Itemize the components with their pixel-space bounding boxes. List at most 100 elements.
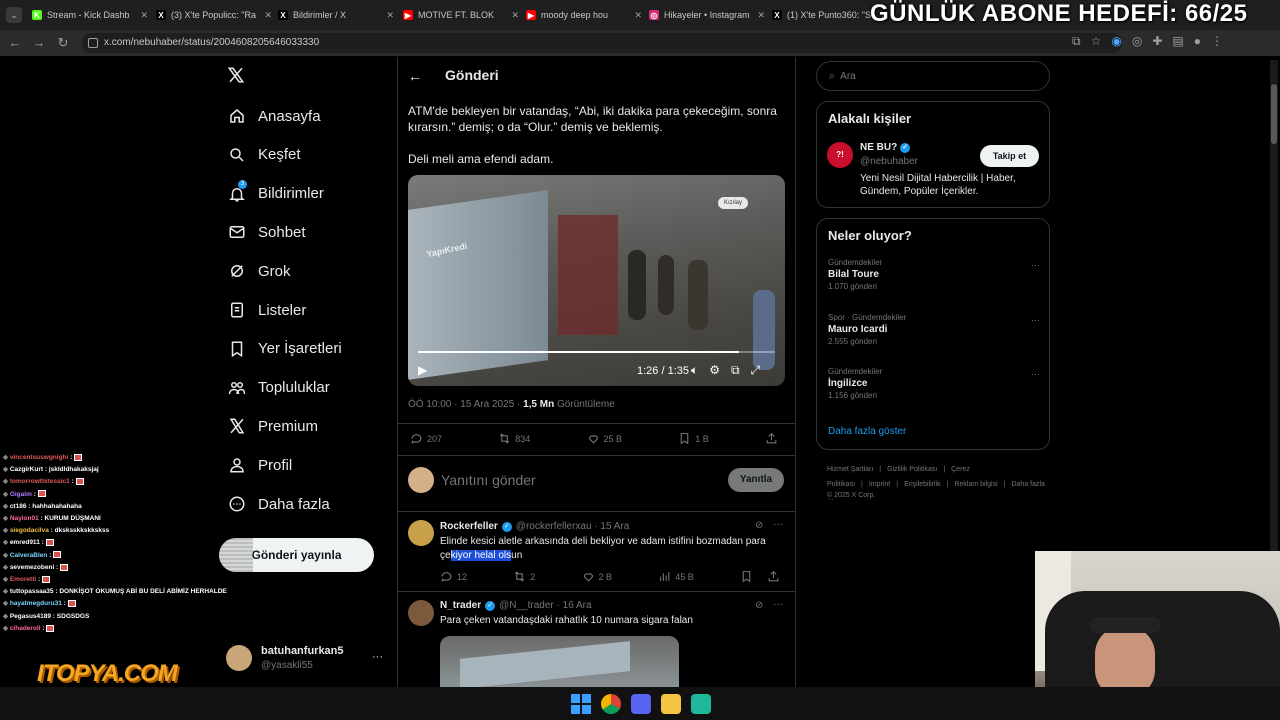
footer-link[interactable]: Imprint [869,481,890,488]
play-icon[interactable]: ▶ [418,363,427,377]
tab-close-icon[interactable]: ✕ [386,10,394,21]
site-info-icon[interactable] [88,38,98,48]
scrollbar-thumb[interactable] [1271,84,1277,144]
like-action[interactable]: 25 B [587,432,622,445]
video-progress-track[interactable] [418,351,775,353]
reply-avatar[interactable] [408,520,434,546]
show-more-link[interactable]: Daha fazla göster [828,426,906,437]
post-meta: ÖÖ 10:00 · 15 Ara 2025 · 1,5 Mn Görüntül… [408,399,615,410]
reload-icon[interactable]: ↻ [54,34,72,52]
fullscreen-icon[interactable]: ⤢ [751,363,761,378]
trend-item[interactable]: Gündemdekiler Bilal Toure 1.070 gönderi ··· [828,258,1040,291]
tab-close-icon[interactable]: ✕ [264,10,272,21]
back-arrow-icon[interactable]: ← [408,68,422,84]
bookmark-count: 1 B [695,433,709,444]
account-more-icon[interactable]: ··· [372,651,383,663]
browser-tab[interactable]: X (3) X'te Populicc: "Ra ✕ [156,5,272,25]
sidebar-icon[interactable]: ▤ [1172,34,1183,49]
related-name[interactable]: NE BU? ✓ [860,142,911,153]
reply-action[interactable]: 207 [410,432,442,445]
nav-item-bildirimler[interactable]: 3 Bildirimler [226,179,324,209]
nav-item-listeler[interactable]: Listeler [226,295,306,325]
nav-item-yer-i-aretleri[interactable]: Yer İşaretleri [226,334,342,364]
x-logo-icon[interactable] [227,66,245,89]
bookmark-action[interactable]: 1 B [678,432,709,445]
footer-link[interactable]: Hizmet Şartları [827,466,873,473]
puzzle-icon[interactable]: ✚ [1152,34,1162,49]
extension-voice-icon[interactable]: ◉ [1111,34,1121,49]
nav-item-label: Grok [258,262,291,280]
nav-item-anasayfa[interactable]: Anasayfa [226,101,321,131]
volume-icon[interactable]: 🔈︎ [691,363,698,378]
trend-item[interactable]: Spor · Gündemdekiler Mauro Icardi 2.555 gö… [828,313,1040,346]
grok-icon[interactable]: ⊘ [755,600,763,611]
reply-avatar[interactable] [408,600,434,626]
settings-icon[interactable]: ⚙︎ [709,363,720,378]
nav-item-grok[interactable]: Grok [226,256,291,286]
chat-emote-icon [46,624,55,632]
like-action[interactable]: 2 B [582,570,612,583]
profile-avatar-icon[interactable]: ● [1194,34,1201,49]
address-bar[interactable]: x.com/nebuhaber/status/20046082056460333… [82,33,1122,53]
browser-tab[interactable]: X Bildirimler / X ✕ [278,5,394,25]
discord-icon[interactable] [631,694,651,714]
search-box[interactable]: ⌕ Ara [816,61,1050,91]
footer-link[interactable]: Erişilebilirlik [904,481,941,488]
browser-tab[interactable]: ▶ MOTIVE FT. BLOK ✕ [403,5,519,25]
chat-message: ◆ Naylon01 : KURUM DÜŞMANI [3,513,101,525]
browser-tab[interactable]: ▶ moody deep hou ✕ [526,5,642,25]
forward-icon[interactable]: → [30,34,48,52]
nav-item-sohbet[interactable]: Sohbet [226,217,306,247]
views-action[interactable]: 45 B [658,570,694,583]
share-action[interactable] [765,432,782,445]
reply-input[interactable]: Yanıtını gönder [441,472,536,488]
tab-search-button[interactable]: ⌄ [6,7,22,23]
reply-more-icon[interactable]: ··· [773,599,783,610]
trend-more-icon[interactable]: ··· [1031,369,1040,379]
extension-icon[interactable]: ◎ [1132,34,1142,49]
trend-more-icon[interactable]: ··· [1031,315,1040,325]
tab-close-icon[interactable]: ✕ [511,10,519,21]
post-video[interactable]: YapıKredi Kızılay ▶ 1:26 / 1:35 🔈︎ ⚙︎ ⧉ … [408,175,785,386]
trend-more-icon[interactable]: ··· [1031,260,1040,270]
pip-icon[interactable]: ⧉ [731,363,740,378]
tab-close-icon[interactable]: ✕ [757,10,765,21]
reply-media[interactable] [440,636,679,687]
nav-item-ke-fet[interactable]: Keşfet [226,140,301,170]
windows-start-icon[interactable] [571,694,591,714]
browser-tab[interactable]: ◎ Hikayeler • Instagram ✕ [649,5,765,25]
nav-item-daha-fazla[interactable]: Daha fazla [226,489,330,519]
reply-button[interactable]: Yanıtla [728,468,784,492]
reply-author[interactable]: N_trader [440,600,481,611]
related-avatar[interactable]: ?! [827,142,853,168]
bookmark-icon[interactable] [740,570,753,583]
chrome-icon[interactable] [601,694,621,714]
repost-action[interactable]: 2 [513,570,535,583]
grok-icon[interactable]: ⊘ [755,520,763,531]
account-avatar[interactable] [226,645,252,671]
kebab-menu-icon[interactable]: ⋮ [1211,34,1223,49]
footer-link[interactable]: Gizlilik Politikası [887,466,937,473]
reply-author[interactable]: Rockerfeller [440,521,498,532]
browser-tab[interactable]: K Stream - Kick Dashb ✕ [32,5,148,25]
repost-action[interactable]: 834 [498,432,530,445]
reply-action[interactable]: 12 [440,570,467,583]
share-icon[interactable] [767,570,780,583]
reply-more-icon[interactable]: ··· [773,519,783,530]
nav-item-topluluklar[interactable]: Topluluklar [226,373,330,403]
follow-button[interactable]: Takip et [980,145,1039,167]
tab-close-icon[interactable]: ✕ [140,10,148,21]
footer-link[interactable]: Reklam bilgisi [954,481,997,488]
post-button-glitch [219,538,253,572]
star-icon[interactable]: ☆ [1091,34,1102,49]
tab-close-icon[interactable]: ✕ [634,10,642,21]
trend-item[interactable]: Gündemdekiler İngilizce 1.156 gönderi ··· [828,367,1040,400]
app-icon[interactable] [691,694,711,714]
nav-item-premium[interactable]: Premium [226,411,318,441]
folder-icon[interactable] [661,694,681,714]
nav-item-profil[interactable]: Profil [226,450,292,480]
tab-label: MOTIVE FT. BLOK [418,10,495,20]
install-icon[interactable]: ⧉ [1072,34,1081,49]
chat-emote-icon [41,575,50,583]
back-icon[interactable]: ← [6,34,24,52]
